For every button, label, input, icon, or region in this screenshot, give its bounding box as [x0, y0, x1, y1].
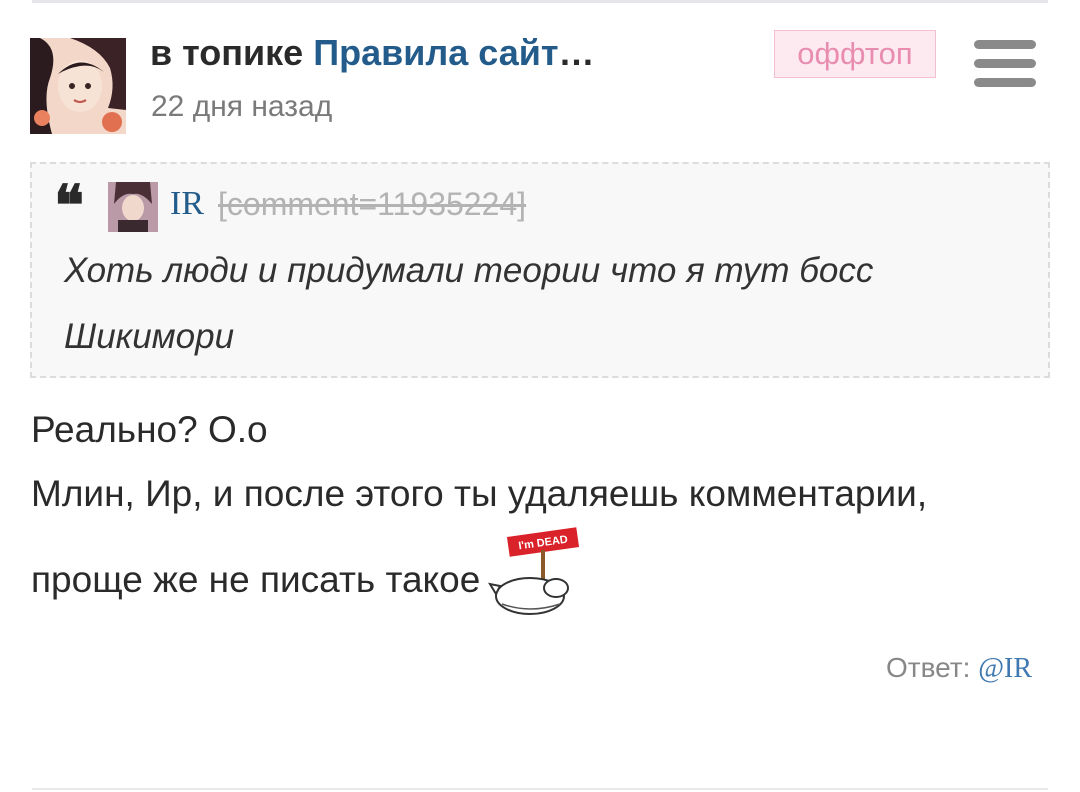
- quoted-user-link[interactable]: IR: [170, 182, 204, 226]
- comment-body: Реально? О.о Млин, Ир, и после этого ты …: [31, 398, 1031, 624]
- author-avatar[interactable]: [30, 38, 126, 134]
- top-divider: [32, 0, 1048, 3]
- offtopic-badge: оффтоп: [774, 30, 936, 78]
- comment-line: Млин, Ир, и после этого ты удаляешь комм…: [31, 473, 928, 514]
- bottom-divider: [32, 788, 1048, 790]
- comment-header: в топике Правила сайт…: [150, 30, 620, 76]
- comment-line: Реально? О.о: [31, 409, 268, 450]
- quote-icon: ❝: [54, 173, 85, 239]
- topic-ellipsis: …: [558, 32, 595, 73]
- quote-block: ❝ IR [comment=11935224] Хоть люди и прид…: [30, 162, 1050, 378]
- reply-label: Ответ:: [886, 652, 971, 683]
- menu-bar: [974, 78, 1036, 87]
- topic-prefix: в топике: [150, 32, 304, 73]
- topic-link[interactable]: Правила сайт: [313, 32, 558, 73]
- comment-line-with-sticker: проще же не писать такое I'm DEAD: [31, 527, 1031, 624]
- quoted-text: Хоть люди и придумали теории что я тут б…: [64, 251, 874, 356]
- menu-bar: [974, 59, 1036, 68]
- reply-link[interactable]: @IR: [978, 653, 1032, 684]
- reply-info: Ответ: @IR: [886, 648, 1032, 689]
- dead-sticker-icon: I'm DEAD: [486, 524, 582, 620]
- quoted-user-avatar[interactable]: [108, 182, 158, 232]
- quoted-comment-ref[interactable]: [comment=11935224]: [218, 182, 526, 226]
- menu-bar: [974, 40, 1036, 49]
- avatar-image-icon: [30, 38, 126, 134]
- comment-line: проще же не писать такое: [31, 558, 481, 600]
- quoted-avatar-image-icon: [108, 182, 158, 232]
- hamburger-menu-icon[interactable]: [974, 40, 1036, 88]
- comment-timestamp[interactable]: 22 дня назад: [151, 88, 332, 126]
